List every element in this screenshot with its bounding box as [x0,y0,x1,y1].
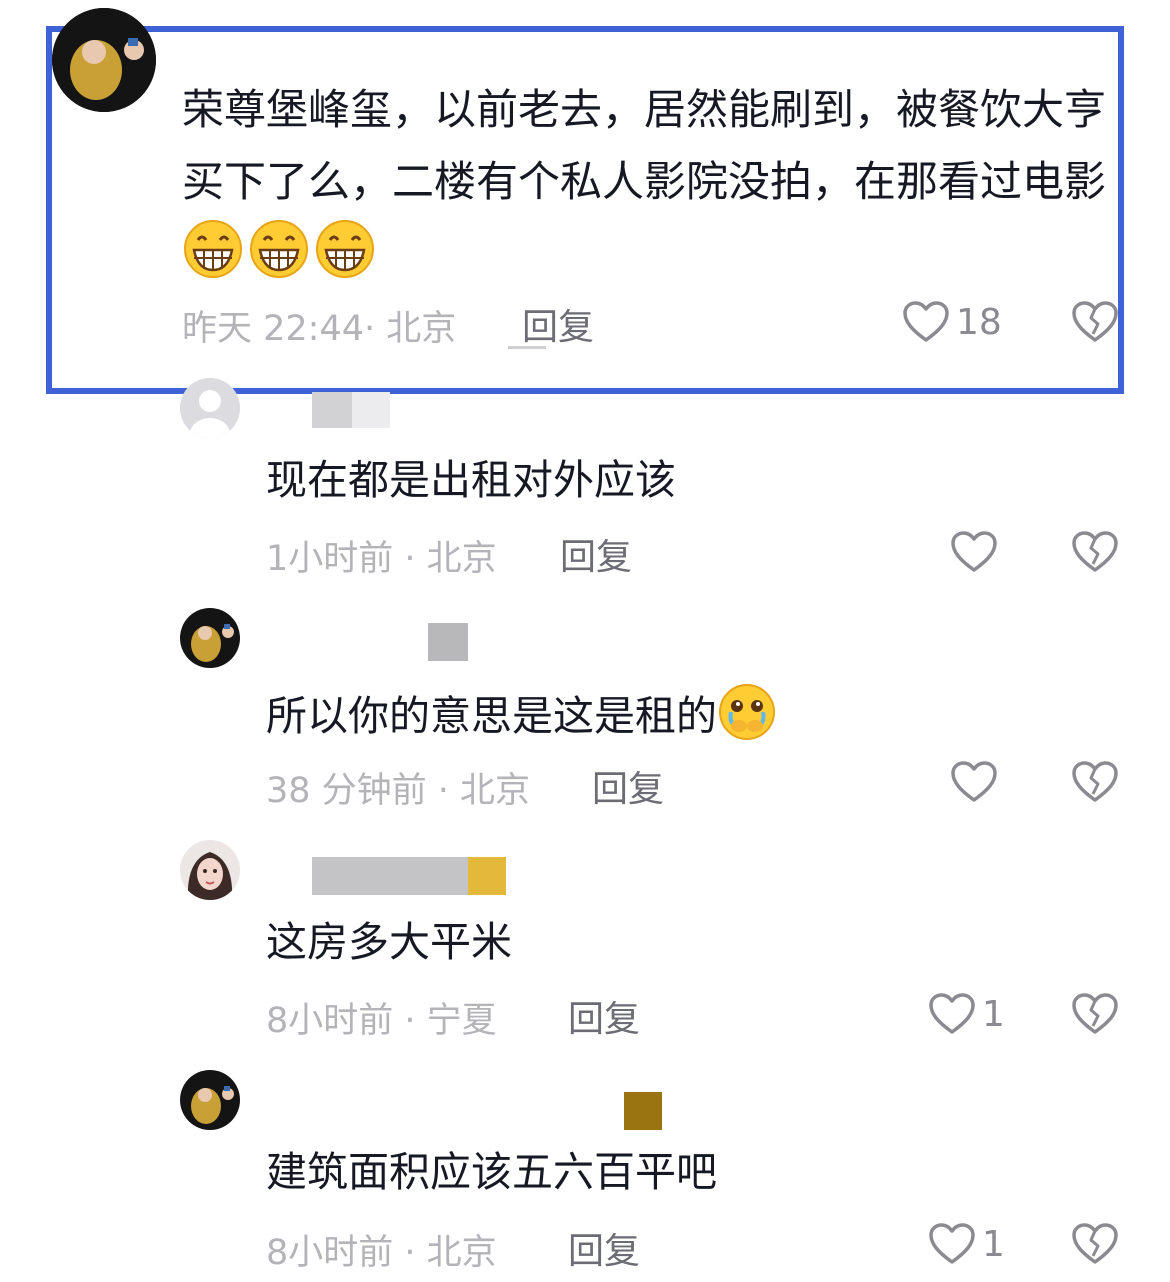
avatar[interactable] [180,608,240,668]
reply-button[interactable]: 回复 [568,990,640,1042]
like-count: 1 [982,1223,1005,1265]
broken-heart-icon [1071,760,1119,804]
comment-meta: 昨天 22:44· 北京 [182,309,457,349]
dislike-button[interactable] [1071,760,1119,804]
dislike-button[interactable] [1071,1222,1119,1266]
reply-text: 建筑面积应该五六百平吧 [266,1148,717,1196]
reply-button[interactable]: 回复 [568,1222,640,1274]
comment-text: 荣尊堡峰玺，以前老去，居然能刷到，被餐饮大亨买下了么，二楼有个私人影院没拍，在那… [182,74,1112,302]
comment-body: 荣尊堡峰玺，以前老去，居然能刷到，被餐饮大亨买下了么，二楼有个私人影院没拍，在那… [182,85,1107,206]
avatar[interactable] [180,1070,240,1130]
reply-meta: 8小时前 · 北京 [266,1233,497,1273]
broken-heart-icon [1071,300,1119,344]
like-button[interactable]: 1 [928,986,1005,1042]
avatar[interactable] [180,840,240,900]
username-redaction [624,1092,662,1130]
dislike-button[interactable] [1071,992,1119,1036]
heart-icon [928,992,976,1036]
reply-meta: 38 分钟前 · 北京 [266,771,531,811]
username-redaction [352,392,390,428]
reply-meta: 8小时前 · 宁夏 [266,1001,497,1041]
grinning-face-emoji [314,218,376,302]
crying-face-emoji [717,682,777,756]
reply-text: 现在都是出租对外应该 [266,456,676,504]
username-redaction [468,857,506,895]
like-button[interactable] [950,754,1004,810]
avatar[interactable] [180,378,240,438]
reply-meta: 1小时前 · 北京 [266,539,497,579]
broken-heart-icon [1071,992,1119,1036]
grinning-face-emoji [248,218,310,302]
dislike-button[interactable] [1071,300,1119,344]
avatar[interactable] [52,8,156,112]
like-button[interactable] [950,524,1004,580]
broken-heart-icon [1071,530,1119,574]
heart-icon [902,300,950,344]
broken-heart-icon [1071,1222,1119,1266]
like-button[interactable]: 1 [928,1216,1005,1272]
reply-body: 所以你的意思是这是租的 [266,692,717,740]
dislike-button[interactable] [1071,530,1119,574]
username-redaction [428,623,468,661]
divider [508,346,546,349]
reply-button[interactable]: 回复 [592,760,664,812]
like-count: 18 [956,301,1002,343]
reply-button[interactable]: 回复 [522,298,594,350]
like-button[interactable]: 18 [902,294,1002,350]
heart-icon [950,760,998,804]
like-count: 1 [982,993,1005,1035]
username-redaction [312,392,352,428]
heart-icon [928,1222,976,1266]
grinning-face-emoji [182,218,244,302]
reply-button[interactable]: 回复 [560,528,632,580]
username-redaction [312,857,468,895]
reply-text: 这房多大平米 [266,918,512,966]
reply-text: 所以你的意思是这是租的 [266,682,777,756]
heart-icon [950,530,998,574]
